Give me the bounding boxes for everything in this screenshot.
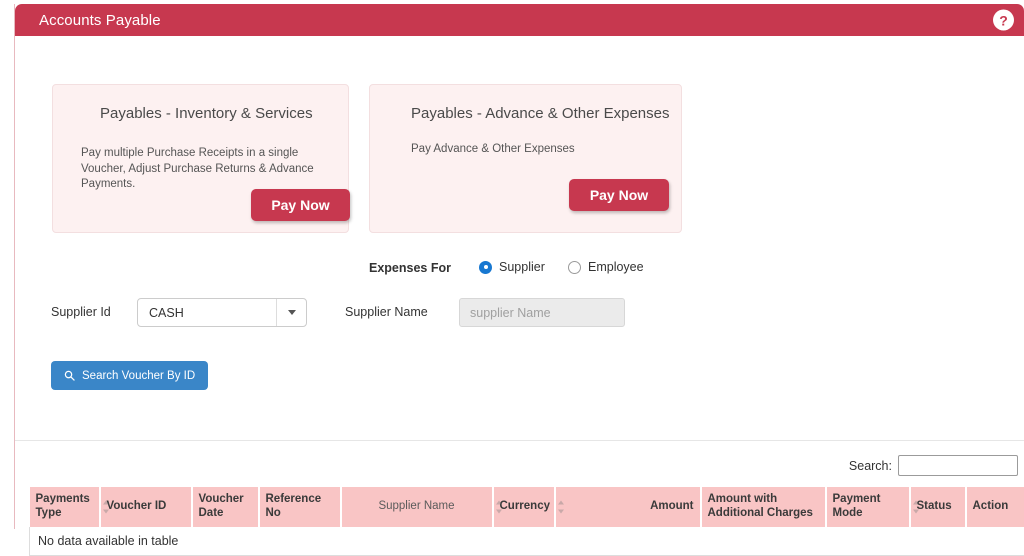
column-header-action[interactable]: Action <box>966 487 1024 527</box>
sort-icon[interactable] <box>558 501 565 514</box>
pay-now-button-advance[interactable]: Pay Now <box>569 179 669 211</box>
column-header-voucher-id[interactable]: Voucher ID <box>100 487 192 527</box>
radio-supplier-indicator[interactable] <box>479 261 492 274</box>
question-mark-icon[interactable]: ? <box>993 10 1014 31</box>
chevron-down-icon[interactable] <box>276 299 306 326</box>
sort-icon[interactable] <box>103 501 110 514</box>
column-header-supplier-name[interactable]: Supplier Name <box>341 487 493 527</box>
radio-employee-indicator[interactable] <box>568 261 581 274</box>
table-empty-message: No data available in table <box>30 527 1024 556</box>
supplier-id-label: Supplier Id <box>51 305 111 319</box>
search-voucher-by-id-button[interactable]: Search Voucher By ID <box>51 361 208 390</box>
expenses-for-row: Expenses For Supplier Employee <box>15 258 1024 282</box>
card-description: Pay multiple Purchase Receipts in a sing… <box>81 146 341 193</box>
sort-icon[interactable] <box>913 501 920 514</box>
column-header-voucher-date[interactable]: Voucher Date <box>192 487 259 527</box>
vouchers-table: Payments Type Voucher ID Voucher Date Re… <box>29 487 1024 556</box>
supplier-name-label: Supplier Name <box>345 305 428 319</box>
column-header-currency-label: Currency <box>500 500 551 512</box>
column-header-currency[interactable]: Currency <box>493 487 555 527</box>
supplier-fields-row: Supplier Id CASH Supplier Name <box>15 298 1024 328</box>
column-header-amount-with-additional-charges[interactable]: Amount with Additional Charges <box>701 487 826 527</box>
column-header-status-label: Status <box>917 500 952 512</box>
pay-now-button-inventory[interactable]: Pay Now <box>251 189 350 221</box>
sort-icon[interactable] <box>496 501 503 514</box>
table-search-group: Search: <box>849 455 1018 476</box>
table-header-row: Payments Type Voucher ID Voucher Date Re… <box>30 487 1024 527</box>
column-header-payment-mode[interactable]: Payment Mode <box>826 487 910 527</box>
supplier-name-input[interactable] <box>459 298 625 327</box>
payables-inventory-services-card: Payables - Inventory & Services Pay mult… <box>52 84 349 233</box>
column-header-payments-type[interactable]: Payments Type <box>30 487 100 527</box>
panel-header: Accounts Payable ? <box>15 4 1024 36</box>
search-voucher-button-label: Search Voucher By ID <box>82 370 195 382</box>
table-body: No data available in table <box>30 527 1024 556</box>
vouchers-table-wrapper: Payments Type Voucher ID Voucher Date Re… <box>29 487 1024 556</box>
column-header-voucher-id-label: Voucher ID <box>107 500 167 512</box>
page-title: Accounts Payable <box>15 12 161 29</box>
accounts-payable-panel: Accounts Payable ? Payables - Inventory … <box>14 4 1024 529</box>
table-empty-row: No data available in table <box>30 527 1024 556</box>
radio-option-supplier[interactable]: Supplier <box>479 260 545 274</box>
section-divider <box>15 440 1024 441</box>
radio-employee-label[interactable]: Employee <box>588 260 644 274</box>
column-header-amount[interactable]: Amount <box>555 487 701 527</box>
column-header-status[interactable]: Status <box>910 487 966 527</box>
supplier-id-selected-value: CASH <box>138 306 276 320</box>
radio-option-employee[interactable]: Employee <box>568 260 644 274</box>
column-header-amount-label: Amount <box>650 500 693 512</box>
card-title: Payables - Advance & Other Expenses <box>411 105 669 122</box>
card-description: Pay Advance & Other Expenses <box>411 142 671 158</box>
payables-advance-other-expenses-card: Payables - Advance & Other Expenses Pay … <box>369 84 682 233</box>
card-title: Payables - Inventory & Services <box>100 105 313 122</box>
table-search-label: Search: <box>849 459 892 473</box>
panel-body: Payables - Inventory & Services Pay mult… <box>15 36 1024 529</box>
supplier-id-select[interactable]: CASH <box>137 298 307 327</box>
radio-supplier-label[interactable]: Supplier <box>499 260 545 274</box>
table-search-input[interactable] <box>898 455 1018 476</box>
expenses-for-label: Expenses For <box>369 261 451 275</box>
search-icon <box>64 370 75 381</box>
accounts-payable-page: Accounts Payable ? Payables - Inventory … <box>0 0 1024 529</box>
column-header-reference-no[interactable]: Reference No <box>259 487 341 527</box>
